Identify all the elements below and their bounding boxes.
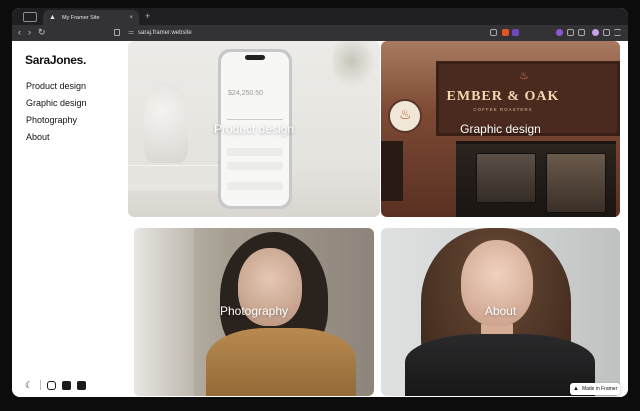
phone-list-row bbox=[227, 148, 283, 156]
phone-list-row bbox=[227, 182, 283, 190]
tab-title: My Framer Site bbox=[62, 14, 100, 21]
profile-icon[interactable] bbox=[556, 29, 563, 36]
social-links: ☾ bbox=[24, 380, 92, 390]
card-product-design[interactable]: $24,250.50 Product design bbox=[128, 41, 380, 217]
side-menu: Product design Graphic design Photograph… bbox=[26, 80, 87, 148]
portrait-body bbox=[206, 328, 356, 396]
browser-tab[interactable]: ▲ My Framer Site × bbox=[43, 10, 139, 25]
sidebar-toggle-icon[interactable] bbox=[23, 11, 37, 22]
web-page: SaraJones. Product design Graphic design… bbox=[12, 41, 628, 397]
made-in-framer-badge[interactable]: ▲ Made in Framer bbox=[570, 383, 620, 395]
hanging-sign-flame-icon: ♨ bbox=[399, 106, 412, 122]
forward-button[interactable]: › bbox=[28, 28, 31, 37]
ai-assistant-icon[interactable] bbox=[592, 29, 599, 36]
sidebar-panel-icon[interactable] bbox=[603, 29, 610, 36]
screen-frame: ▲ My Framer Site × + ‹ › ↻ ⚌ saraj.frame… bbox=[0, 0, 640, 411]
tab-close-icon[interactable]: × bbox=[129, 15, 133, 21]
moon-icon[interactable]: ☾ bbox=[24, 380, 34, 390]
plant-leaves bbox=[333, 41, 380, 91]
shield-icon[interactable] bbox=[502, 29, 509, 36]
badge-label: Made in Framer bbox=[581, 386, 618, 392]
card-about[interactable]: About bbox=[381, 228, 620, 396]
browser-window: ▲ My Framer Site × + ‹ › ↻ ⚌ saraj.frame… bbox=[12, 8, 628, 397]
phone-balance: $24,250.50 bbox=[228, 90, 264, 97]
card-label: About bbox=[484, 304, 517, 318]
social-divider bbox=[40, 380, 41, 390]
menu-item-product-design[interactable]: Product design bbox=[26, 80, 87, 97]
browser-toolbar: ‹ › ↻ ⚌ saraj.framer.website bbox=[12, 25, 628, 41]
wallet-icon[interactable] bbox=[578, 29, 585, 36]
menu-item-photography[interactable]: Photography bbox=[26, 114, 87, 131]
linkedin-icon[interactable] bbox=[62, 380, 71, 390]
phone-chart bbox=[227, 102, 283, 120]
card-label: Product design bbox=[213, 122, 295, 136]
logo-dot: . bbox=[83, 53, 87, 67]
phone-notch bbox=[245, 55, 265, 60]
flame-logo-icon: ♨ bbox=[519, 70, 529, 82]
sign-text: EMBER & OAK bbox=[446, 89, 560, 104]
back-button[interactable]: ‹ bbox=[18, 28, 21, 37]
card-label: Graphic design bbox=[460, 122, 541, 136]
card-label: Photography bbox=[219, 304, 289, 318]
new-tab-button[interactable]: + bbox=[145, 12, 150, 21]
site-settings-icon[interactable]: ⚌ bbox=[128, 29, 134, 36]
store-door bbox=[546, 153, 606, 213]
reload-button[interactable]: ↻ bbox=[38, 28, 46, 37]
instagram-icon[interactable] bbox=[47, 380, 56, 390]
menu-item-graphic-design[interactable]: Graphic design bbox=[26, 97, 87, 114]
menu-icon[interactable] bbox=[614, 29, 621, 36]
sign-subtext: COFFEE ROASTERS bbox=[473, 107, 533, 112]
share-icon[interactable] bbox=[490, 29, 497, 36]
stone-slab bbox=[128, 165, 220, 191]
extension-icon[interactable] bbox=[512, 29, 519, 36]
card-graphic-design[interactable]: ♨ EMBER & OAK COFFEE ROASTERS ♨ Graphic … bbox=[381, 41, 620, 217]
store-window bbox=[476, 153, 536, 203]
downloads-icon[interactable] bbox=[567, 29, 574, 36]
tab-strip: ▲ My Framer Site × + bbox=[12, 8, 628, 25]
bookmark-icon[interactable] bbox=[114, 29, 120, 36]
facebook-icon[interactable] bbox=[77, 380, 86, 390]
framer-logo-icon: ▲ bbox=[573, 386, 579, 392]
phone-list-row bbox=[227, 162, 283, 170]
menu-item-about[interactable]: About bbox=[26, 131, 87, 148]
logo-text: SaraJones bbox=[25, 53, 84, 67]
address-bar[interactable]: saraj.framer.website bbox=[138, 29, 192, 37]
site-logo[interactable]: SaraJones. bbox=[25, 53, 86, 67]
framer-favicon-icon: ▲ bbox=[49, 14, 56, 21]
building-window bbox=[381, 141, 403, 201]
portrait-body bbox=[405, 334, 595, 396]
card-photography[interactable]: Photography bbox=[134, 228, 374, 396]
